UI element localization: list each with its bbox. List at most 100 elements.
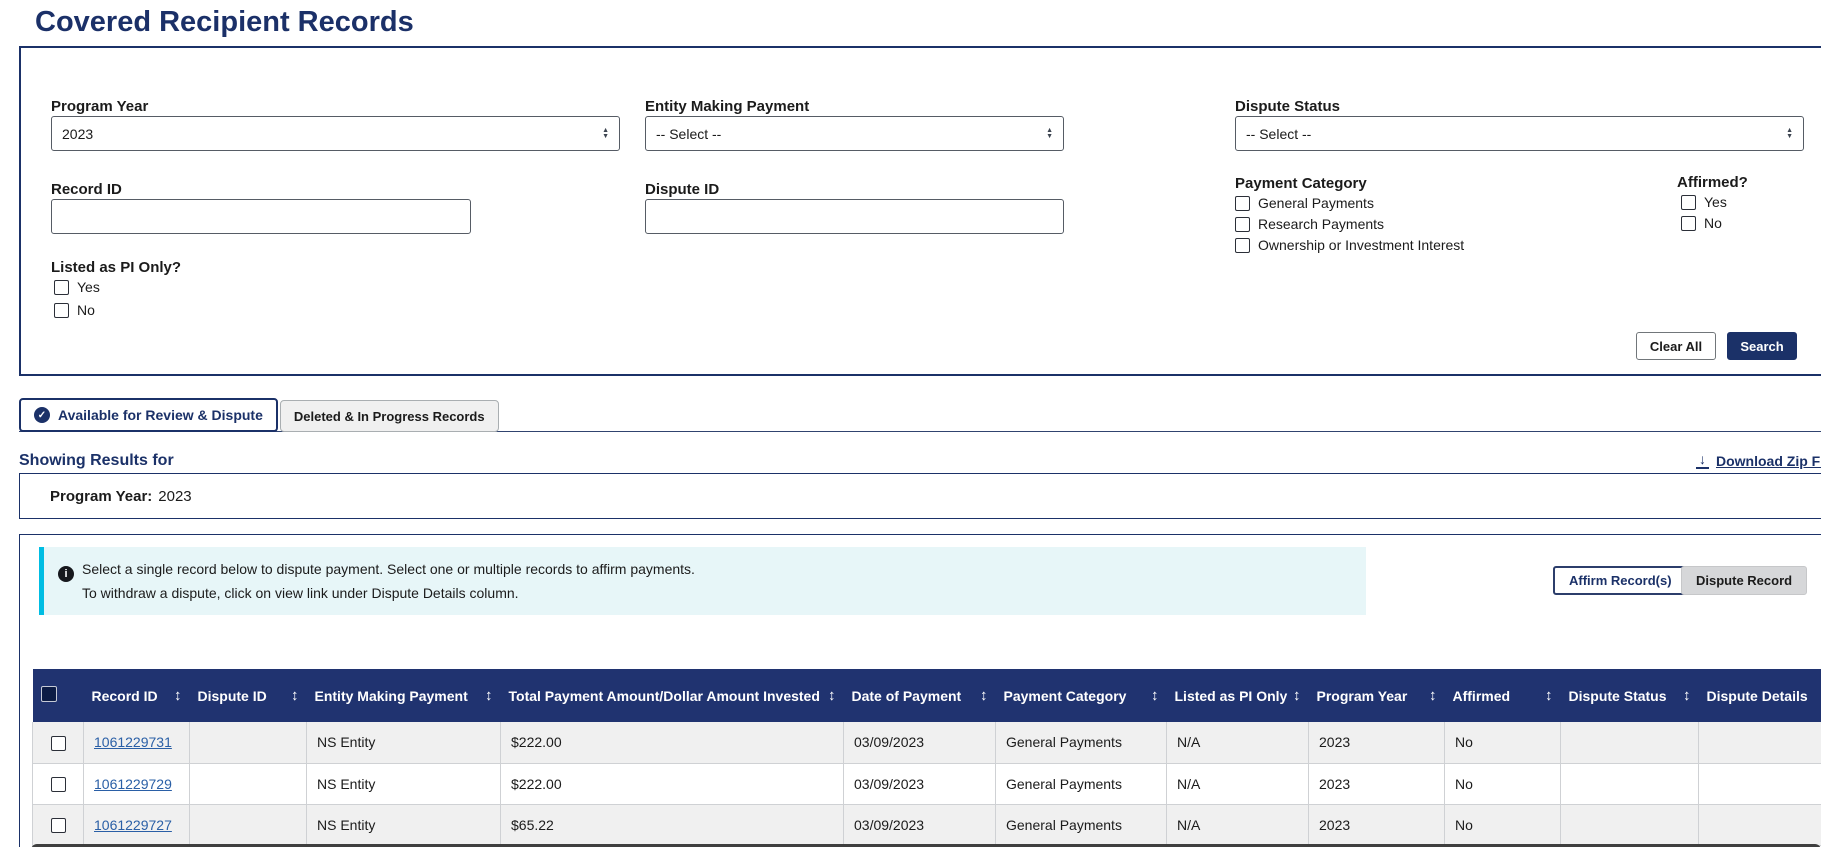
cell-total-payment: $222.00 bbox=[501, 763, 844, 804]
sort-icon[interactable]: ↕ bbox=[1293, 687, 1301, 705]
pi-only-no-checkbox[interactable] bbox=[54, 303, 69, 318]
download-zip-label: Download Zip File bbox=[1716, 453, 1821, 469]
cell-date: 03/09/2023 bbox=[844, 722, 996, 763]
tab-deleted-in-progress-records[interactable]: Deleted & In Progress Records bbox=[280, 400, 499, 432]
col-program-year-label: Program Year bbox=[1317, 687, 1408, 705]
select-all-checkbox[interactable] bbox=[41, 686, 57, 702]
row-select-cell bbox=[33, 804, 84, 845]
cell-date: 03/09/2023 bbox=[844, 804, 996, 845]
general-payments-label: General Payments bbox=[1258, 195, 1374, 211]
col-dispute-status-label: Dispute Status bbox=[1569, 687, 1667, 705]
listed-pi-only-option: Yes bbox=[54, 279, 100, 295]
cell-date: 03/09/2023 bbox=[844, 763, 996, 804]
cell-program-year: 2023 bbox=[1309, 804, 1445, 845]
cell-dispute-id bbox=[190, 722, 307, 763]
listed-pi-only-option: No bbox=[54, 302, 95, 318]
cell-entity: NS Entity bbox=[307, 763, 501, 804]
payment-category-option: Ownership or Investment Interest bbox=[1235, 237, 1464, 253]
sort-icon[interactable]: ↕ bbox=[291, 687, 299, 705]
program-year-summary-value: 2023 bbox=[158, 488, 191, 505]
affirmed-no-label: No bbox=[1704, 215, 1722, 231]
row-checkbox[interactable] bbox=[51, 818, 66, 833]
col-dispute-details-label: Dispute Details bbox=[1707, 687, 1808, 705]
program-year-summary-box: Program Year: 2023 bbox=[19, 473, 1821, 519]
download-zip-link[interactable]: ↓ Download Zip File bbox=[1695, 452, 1821, 469]
records-table: Record ID↕ Dispute ID↕ Entity Making Pay… bbox=[32, 669, 1821, 846]
col-record-id: Record ID↕ bbox=[84, 669, 190, 722]
cell-entity: NS Entity bbox=[307, 804, 501, 845]
pi-only-yes-checkbox[interactable] bbox=[54, 280, 69, 295]
payment-category-label: Payment Category bbox=[1235, 175, 1367, 192]
sort-icon[interactable]: ↕ bbox=[1151, 687, 1159, 705]
listed-pi-only-label: Listed as PI Only? bbox=[51, 259, 181, 276]
dispute-record-button[interactable]: Dispute Record bbox=[1681, 566, 1807, 595]
research-payments-checkbox[interactable] bbox=[1235, 217, 1250, 232]
sort-icon[interactable]: ↕ bbox=[1545, 687, 1553, 705]
cell-dispute-id bbox=[190, 763, 307, 804]
cell-pi-only: N/A bbox=[1167, 763, 1309, 804]
clear-all-button[interactable]: Clear All bbox=[1636, 332, 1716, 360]
select-stepper-icon: ▲▼ bbox=[602, 128, 609, 140]
cell-affirmed: No bbox=[1445, 722, 1561, 763]
affirmed-yes-label: Yes bbox=[1704, 194, 1727, 210]
search-button[interactable]: Search bbox=[1727, 332, 1797, 360]
entity-making-payment-label: Entity Making Payment bbox=[645, 98, 809, 115]
banner-line-1: iSelect a single record below to dispute… bbox=[58, 558, 1350, 582]
col-dispute-status: Dispute Status ↕ bbox=[1561, 669, 1699, 722]
affirmed-no-checkbox[interactable] bbox=[1681, 216, 1696, 231]
cell-dispute-status bbox=[1561, 722, 1699, 763]
ownership-interest-label: Ownership or Investment Interest bbox=[1258, 237, 1464, 253]
sort-icon[interactable]: ↕ bbox=[485, 687, 493, 705]
cell-category: General Payments bbox=[996, 804, 1167, 845]
cell-record-id: 1061229727 bbox=[84, 804, 190, 845]
dispute-status-select[interactable]: -- Select -- ▲▼ bbox=[1235, 116, 1804, 151]
covered-recipient-records-page: Covered Recipient Records Program Year 2… bbox=[0, 0, 1821, 847]
select-stepper-icon: ▲▼ bbox=[1046, 128, 1053, 140]
col-pi-only-label: Listed as PI Only bbox=[1175, 687, 1288, 705]
cell-dispute-status bbox=[1561, 804, 1699, 845]
tab-available-for-review-dispute[interactable]: ✓ Available for Review & Dispute bbox=[19, 398, 278, 432]
cell-entity: NS Entity bbox=[307, 722, 501, 763]
table-row: 1061229729 NS Entity $222.00 03/09/2023 … bbox=[33, 763, 1821, 804]
sort-icon[interactable]: ↕ bbox=[828, 687, 836, 705]
table-row: 1061229731 NS Entity $222.00 03/09/2023 … bbox=[33, 722, 1821, 763]
sort-icon[interactable]: ↕ bbox=[980, 687, 988, 705]
record-id-link[interactable]: 1061229727 bbox=[94, 817, 172, 833]
general-payments-checkbox[interactable] bbox=[1235, 196, 1250, 211]
row-select-cell bbox=[33, 722, 84, 763]
program-year-select[interactable]: 2023 ▲▼ bbox=[51, 116, 620, 151]
filter-panel: Program Year 2023 ▲▼ Entity Making Payme… bbox=[19, 46, 1821, 376]
cell-record-id: 1061229729 bbox=[84, 763, 190, 804]
dispute-status-label: Dispute Status bbox=[1235, 98, 1340, 115]
record-id-link[interactable]: 1061229729 bbox=[94, 776, 172, 792]
affirm-records-button[interactable]: Affirm Record(s) bbox=[1553, 566, 1688, 595]
showing-results-heading: Showing Results for bbox=[19, 452, 174, 470]
cell-dispute-details bbox=[1699, 804, 1821, 845]
select-all-header-cell bbox=[33, 669, 84, 722]
record-id-link[interactable]: 1061229731 bbox=[94, 734, 172, 750]
dispute-id-input[interactable] bbox=[645, 199, 1064, 234]
col-dispute-id-label: Dispute ID bbox=[198, 687, 267, 705]
cell-affirmed: No bbox=[1445, 804, 1561, 845]
tab-deleted-label: Deleted & In Progress Records bbox=[294, 409, 485, 424]
row-checkbox[interactable] bbox=[51, 736, 66, 751]
pi-only-yes-label: Yes bbox=[77, 279, 100, 295]
table-row: 1061229727 NS Entity $65.22 03/09/2023 G… bbox=[33, 804, 1821, 845]
row-checkbox[interactable] bbox=[51, 777, 66, 792]
entity-making-payment-select-value: -- Select -- bbox=[656, 126, 1046, 142]
info-banner: iSelect a single record below to dispute… bbox=[39, 547, 1366, 615]
cell-pi-only: N/A bbox=[1167, 804, 1309, 845]
affirmed-yes-checkbox[interactable] bbox=[1681, 195, 1696, 210]
col-dispute-id: Dispute ID ↕ bbox=[190, 669, 307, 722]
sort-icon[interactable]: ↕ bbox=[1429, 687, 1437, 705]
sort-icon[interactable]: ↕ bbox=[174, 687, 182, 705]
col-category-label: Payment Category bbox=[1004, 687, 1127, 705]
record-id-label: Record ID bbox=[51, 181, 122, 198]
cell-category: General Payments bbox=[996, 763, 1167, 804]
entity-making-payment-select[interactable]: -- Select -- ▲▼ bbox=[645, 116, 1064, 151]
tab-available-label: Available for Review & Dispute bbox=[58, 407, 263, 423]
record-id-input[interactable] bbox=[51, 199, 471, 234]
cell-dispute-id bbox=[190, 804, 307, 845]
sort-icon[interactable]: ↕ bbox=[1683, 687, 1691, 705]
ownership-interest-checkbox[interactable] bbox=[1235, 238, 1250, 253]
